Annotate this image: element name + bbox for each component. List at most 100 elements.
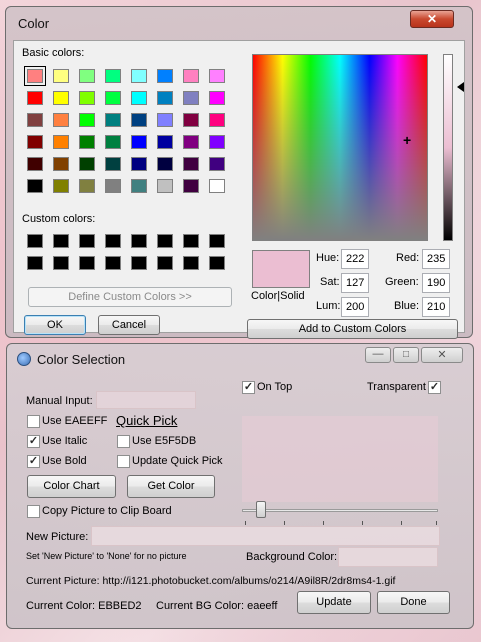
- basic-color-swatch[interactable]: [131, 179, 147, 193]
- basic-color-swatch[interactable]: [105, 113, 121, 127]
- opacity-slider-track[interactable]: [242, 509, 438, 512]
- custom-color-swatch[interactable]: [27, 234, 43, 248]
- basic-color-swatch[interactable]: [183, 113, 199, 127]
- basic-color-swatch[interactable]: [209, 113, 225, 127]
- close-icon[interactable]: ✕: [421, 347, 463, 363]
- custom-color-swatch[interactable]: [53, 234, 69, 248]
- basic-color-swatch[interactable]: [53, 113, 69, 127]
- basic-color-swatch[interactable]: [209, 157, 225, 171]
- basic-color-swatch[interactable]: [105, 157, 121, 171]
- manual-input-field[interactable]: [96, 391, 196, 409]
- basic-color-swatch[interactable]: [79, 157, 95, 171]
- basic-color-swatch[interactable]: [79, 69, 95, 83]
- basic-color-swatch[interactable]: [183, 135, 199, 149]
- basic-color-swatch[interactable]: [131, 135, 147, 149]
- color-chart-button[interactable]: Color Chart: [27, 475, 116, 498]
- basic-color-swatch[interactable]: [79, 135, 95, 149]
- custom-color-swatch[interactable]: [79, 256, 95, 270]
- basic-color-swatch[interactable]: [157, 113, 173, 127]
- maximize-icon[interactable]: □: [393, 347, 419, 363]
- sat-field[interactable]: 127: [341, 273, 369, 293]
- use-e5f5db-checkbox[interactable]: [117, 435, 130, 448]
- close-icon[interactable]: ✕: [410, 10, 454, 28]
- basic-color-swatch[interactable]: [157, 91, 173, 105]
- copy-picture-checkbox[interactable]: [27, 505, 40, 518]
- custom-color-swatch[interactable]: [209, 256, 225, 270]
- basic-color-swatch[interactable]: [131, 91, 147, 105]
- custom-color-swatch[interactable]: [157, 256, 173, 270]
- basic-color-swatch[interactable]: [27, 179, 43, 193]
- custom-color-swatch[interactable]: [27, 256, 43, 270]
- color-dialog-titlebar[interactable]: Color ✕: [6, 7, 472, 39]
- basic-color-swatch[interactable]: [131, 113, 147, 127]
- basic-color-swatch[interactable]: [27, 135, 43, 149]
- basic-color-swatch[interactable]: [79, 113, 95, 127]
- cancel-button[interactable]: Cancel: [98, 315, 160, 335]
- basic-color-swatch[interactable]: [157, 179, 173, 193]
- basic-color-swatch[interactable]: [209, 91, 225, 105]
- custom-color-swatch[interactable]: [183, 234, 199, 248]
- luminance-bar[interactable]: [443, 54, 453, 241]
- basic-color-swatch[interactable]: [105, 91, 121, 105]
- basic-color-swatch[interactable]: [131, 69, 147, 83]
- basic-color-swatch[interactable]: [183, 179, 199, 193]
- basic-color-swatch[interactable]: [105, 179, 121, 193]
- use-eaeeff-checkbox[interactable]: [27, 415, 40, 428]
- custom-color-swatch[interactable]: [131, 234, 147, 248]
- basic-color-swatch[interactable]: [27, 113, 43, 127]
- basic-color-swatch[interactable]: [79, 179, 95, 193]
- ok-button[interactable]: OK: [24, 315, 86, 335]
- basic-color-swatch[interactable]: [183, 91, 199, 105]
- basic-color-swatch[interactable]: [183, 157, 199, 171]
- custom-color-swatch[interactable]: [183, 256, 199, 270]
- red-field[interactable]: 235: [422, 249, 450, 269]
- custom-color-swatch[interactable]: [53, 256, 69, 270]
- basic-color-swatch[interactable]: [157, 157, 173, 171]
- use-italic-checkbox[interactable]: [27, 435, 40, 448]
- basic-color-swatch[interactable]: [157, 135, 173, 149]
- basic-color-swatch[interactable]: [157, 69, 173, 83]
- custom-color-swatch[interactable]: [79, 234, 95, 248]
- basic-color-swatch[interactable]: [131, 157, 147, 171]
- basic-color-swatch[interactable]: [209, 179, 225, 193]
- use-bold-checkbox[interactable]: [27, 455, 40, 468]
- luminance-arrow-icon[interactable]: [457, 82, 464, 92]
- get-color-button[interactable]: Get Color: [127, 475, 215, 498]
- transparent-checkbox[interactable]: [428, 381, 441, 394]
- custom-color-swatch[interactable]: [157, 234, 173, 248]
- basic-color-swatch[interactable]: [79, 91, 95, 105]
- update-button[interactable]: Update: [297, 591, 371, 614]
- custom-color-swatch[interactable]: [131, 256, 147, 270]
- minimize-icon[interactable]: —: [365, 347, 391, 363]
- basic-color-swatch[interactable]: [183, 69, 199, 83]
- basic-color-swatch[interactable]: [53, 69, 69, 83]
- basic-color-swatch[interactable]: [27, 91, 43, 105]
- update-quick-pick-checkbox[interactable]: [117, 455, 130, 468]
- on-top-checkbox[interactable]: [242, 381, 255, 394]
- basic-color-swatch[interactable]: [105, 135, 121, 149]
- basic-color-swatch[interactable]: [53, 157, 69, 171]
- new-picture-field[interactable]: [91, 526, 440, 546]
- custom-color-swatch[interactable]: [105, 234, 121, 248]
- basic-color-swatch[interactable]: [53, 135, 69, 149]
- basic-color-swatch[interactable]: [209, 69, 225, 83]
- basic-color-swatch[interactable]: [27, 157, 43, 171]
- add-to-custom-colors-button[interactable]: Add to Custom Colors: [247, 319, 458, 339]
- custom-color-swatch[interactable]: [209, 234, 225, 248]
- opacity-slider-thumb[interactable]: [255, 501, 266, 518]
- define-custom-colors-button[interactable]: Define Custom Colors >>: [28, 287, 232, 307]
- hue-field[interactable]: 222: [341, 249, 369, 269]
- basic-color-swatch[interactable]: [209, 135, 225, 149]
- basic-color-swatch[interactable]: [53, 179, 69, 193]
- quick-pick-link[interactable]: Quick Pick: [116, 413, 177, 428]
- green-field[interactable]: 190: [422, 273, 450, 293]
- lum-field[interactable]: 200: [341, 297, 369, 317]
- color-spectrum[interactable]: [252, 54, 428, 241]
- done-button[interactable]: Done: [377, 591, 450, 614]
- basic-color-swatch[interactable]: [53, 91, 69, 105]
- blue-field[interactable]: 210: [422, 297, 450, 317]
- custom-color-swatch[interactable]: [105, 256, 121, 270]
- basic-color-swatch[interactable]: [24, 66, 46, 86]
- basic-color-swatch[interactable]: [105, 69, 121, 83]
- background-color-field[interactable]: [338, 547, 438, 567]
